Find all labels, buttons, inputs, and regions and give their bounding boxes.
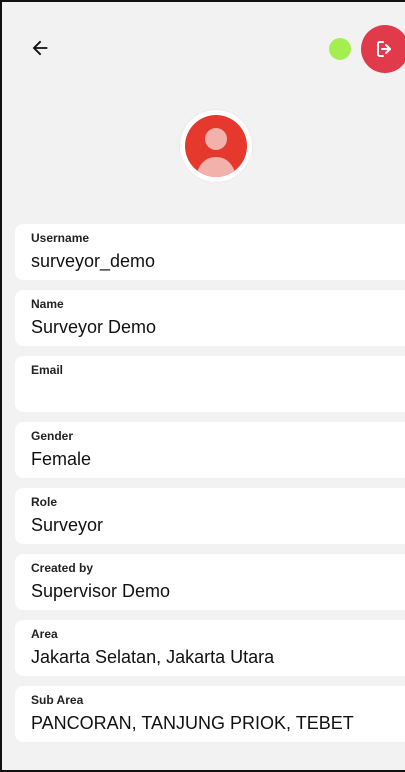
email-label: Email <box>31 363 64 377</box>
avatar <box>185 115 247 177</box>
sub-area-label: Sub Area <box>31 693 84 707</box>
area-label: Area <box>31 627 58 641</box>
online-status-indicator <box>329 38 351 60</box>
back-button[interactable] <box>24 32 56 64</box>
created-by-label: Created by <box>31 561 94 575</box>
logout-icon <box>377 41 391 57</box>
name-label: Name <box>31 297 64 311</box>
gender-label: Gender <box>31 429 74 443</box>
area-card: Area Jakarta Selatan, Jakarta Utara <box>15 620 405 676</box>
area-value: Jakarta Selatan, Jakarta Utara <box>31 647 275 667</box>
role-card: Role Surveyor <box>15 488 405 544</box>
sub-area-value: PANCORAN, TANJUNG PRIOK, TEBET <box>31 713 354 733</box>
name-value: Surveyor Demo <box>31 317 157 337</box>
profile-screen: Username surveyor_demo Name Surveyor Dem… <box>0 0 405 772</box>
user-avatar-icon <box>196 128 236 177</box>
gender-value: Female <box>31 449 92 469</box>
name-card: Name Surveyor Demo <box>15 290 405 346</box>
top-bar <box>2 2 405 94</box>
arrow-left-icon <box>32 40 48 56</box>
username-value: surveyor_demo <box>31 251 156 271</box>
role-label: Role <box>31 495 58 509</box>
profile-fields: Username surveyor_demo Name Surveyor Dem… <box>15 224 405 752</box>
sub-area-card: Sub Area PANCORAN, TANJUNG PRIOK, TEBET <box>15 686 405 742</box>
created-by-value: Supervisor Demo <box>31 581 171 601</box>
role-value: Surveyor <box>31 515 104 535</box>
logout-button[interactable] <box>361 25 405 73</box>
created-by-card: Created by Supervisor Demo <box>15 554 405 610</box>
avatar-frame <box>180 110 252 182</box>
username-label: Username <box>31 231 90 245</box>
email-card: Email <box>15 356 405 412</box>
username-card: Username surveyor_demo <box>15 224 405 280</box>
gender-card: Gender Female <box>15 422 405 478</box>
